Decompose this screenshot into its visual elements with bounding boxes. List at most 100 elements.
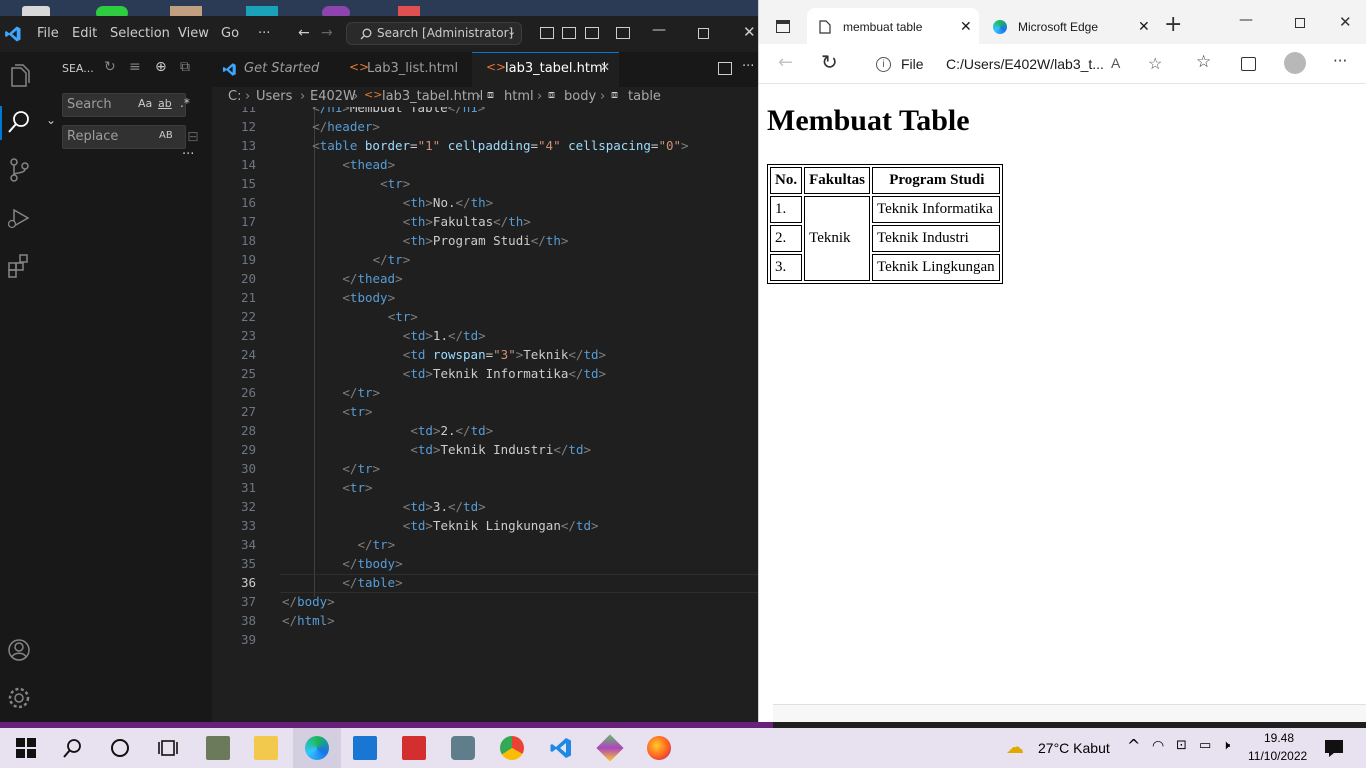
toggle-secondary-sidebar-icon[interactable] (585, 27, 599, 39)
editor-more-actions-icon[interactable]: ··· (742, 59, 754, 74)
search-view-icon[interactable] (5, 108, 33, 136)
camera-icon[interactable] (451, 736, 475, 760)
replace-all-icon[interactable]: ⊟ (187, 129, 199, 145)
minimize-icon[interactable]: — (1239, 12, 1253, 28)
code-line[interactable]: <tr> (388, 309, 418, 324)
tab-close-icon[interactable]: ✕ (1138, 18, 1150, 35)
tab-actions-icon[interactable] (776, 20, 790, 33)
code-line[interactable]: </tr> (342, 461, 380, 476)
onedrive-icon[interactable]: ⊡ (1176, 738, 1187, 753)
run-debug-icon[interactable] (5, 204, 33, 232)
code-line[interactable]: <td rowspan="3">Teknik</td> (403, 347, 606, 362)
code-line[interactable]: <tr> (380, 176, 410, 191)
menu-view[interactable]: View (178, 26, 209, 41)
tab-close-icon[interactable]: ✕ (600, 60, 610, 74)
code-line[interactable]: </html> (282, 613, 335, 628)
tab-lab3-list[interactable]: <> Lab3_list.html (335, 52, 471, 87)
code-line[interactable]: <td>Teknik Lingkungan</td> (403, 518, 599, 533)
code-line[interactable]: <td>2.</td> (410, 423, 493, 438)
code-line[interactable]: <table border="1" cellpadding="4" cellsp… (312, 138, 688, 153)
code-line[interactable]: </h1>Membuat Table</h1> (312, 107, 485, 115)
code-line[interactable]: </table> (342, 575, 402, 590)
edge-tab-membuat-table[interactable]: membuat table ✕ (807, 8, 979, 44)
regex-icon[interactable]: .* (180, 96, 190, 110)
code-line[interactable]: <td>Teknik Industri</td> (410, 442, 591, 457)
accounts-icon[interactable] (5, 636, 33, 664)
code-line[interactable]: <td>3.</td> (403, 499, 486, 514)
breadcrumb-file[interactable]: lab3_tabel.html (382, 89, 483, 104)
search-icon[interactable] (61, 736, 85, 760)
match-word-icon[interactable]: ab (158, 97, 172, 110)
chrome-icon[interactable] (500, 736, 524, 760)
windows-start-icon[interactable] (14, 736, 38, 760)
refresh-icon[interactable]: ↻ (821, 50, 838, 74)
close-icon[interactable]: ✕ (1339, 13, 1352, 31)
tab-get-started[interactable]: Get Started (212, 52, 334, 87)
code-line[interactable]: </body> (282, 594, 335, 609)
match-case-icon[interactable]: Aa (138, 97, 152, 110)
read-aloud-icon[interactable]: A (1111, 55, 1120, 71)
tab-close-icon[interactable]: ✕ (960, 18, 972, 35)
clear-results-icon[interactable]: ≡ (129, 59, 141, 75)
code-line[interactable]: <thead> (342, 157, 395, 172)
maximize-icon[interactable] (1295, 18, 1305, 28)
breadcrumb-folder[interactable]: E402W (310, 89, 356, 104)
close-icon[interactable]: ✕ (743, 23, 756, 41)
file-explorer-icon[interactable] (254, 736, 278, 760)
menu-more[interactable]: ··· (258, 26, 270, 41)
toggle-sidebar-icon[interactable] (540, 27, 554, 39)
microsoft-store-icon[interactable] (353, 736, 377, 760)
weather-text[interactable]: 27°C Kabut (1038, 740, 1110, 756)
code-line[interactable]: <tr> (342, 404, 372, 419)
breadcrumb-drive[interactable]: C: (228, 89, 241, 104)
settings-more-icon[interactable]: ··· (1333, 52, 1347, 70)
edge-tab-microsoft-edge[interactable]: Microsoft Edge ✕ (985, 8, 1157, 44)
breadcrumb-users[interactable]: Users (256, 89, 292, 104)
code-line[interactable]: <th>Fakultas</th> (403, 214, 531, 229)
forward-arrow-icon[interactable]: → (321, 25, 333, 41)
app-icon-2[interactable] (596, 734, 624, 762)
task-view-icon[interactable] (156, 736, 180, 760)
breadcrumb-body[interactable]: body (564, 89, 596, 104)
breadcrumb-html[interactable]: html (504, 89, 534, 104)
extensions-icon[interactable] (5, 252, 33, 280)
code-line[interactable]: </tbody> (342, 556, 402, 571)
code-line[interactable]: </tr> (358, 537, 396, 552)
code-editor[interactable]: 11 </h1>Membuat Table</h1> 12 </header> 13 <t… (212, 107, 758, 722)
toggle-replace-chevron-icon[interactable]: ⌄ (46, 113, 56, 127)
menu-go[interactable]: Go (221, 26, 239, 41)
add-favorite-icon[interactable]: ☆ (1148, 54, 1162, 74)
code-line[interactable]: <td>1.</td> (403, 328, 486, 343)
command-center[interactable]: Search [Administrator] ⌄ (346, 22, 522, 45)
volume-muted-icon[interactable]: 🕨 (1222, 738, 1230, 753)
code-line[interactable]: </header> (312, 119, 380, 134)
more-options-icon[interactable]: ··· (182, 147, 194, 162)
info-icon[interactable]: i (876, 57, 891, 72)
code-line[interactable]: </thead> (342, 271, 402, 286)
customize-layout-icon[interactable] (616, 27, 630, 39)
explorer-icon[interactable] (5, 62, 33, 90)
settings-gear-icon[interactable] (5, 684, 33, 712)
notification-center-icon[interactable] (1322, 736, 1346, 760)
menu-selection[interactable]: Selection (110, 26, 170, 41)
code-line[interactable]: </tr> (373, 252, 411, 267)
chevron-up-icon[interactable]: ^ (1127, 736, 1140, 755)
minimize-icon[interactable]: — (652, 22, 666, 38)
cortana-icon[interactable] (108, 736, 132, 760)
menu-file[interactable]: File (37, 26, 59, 41)
new-search-editor-icon[interactable]: ⊕ (155, 59, 167, 75)
collapse-all-icon[interactable]: ⧉ (180, 59, 190, 75)
clock-date[interactable]: 11/10/2022 (1248, 749, 1307, 763)
favorites-icon[interactable]: ☆ (1196, 52, 1211, 72)
profile-avatar[interactable] (1284, 52, 1306, 74)
back-arrow-icon[interactable]: ← (298, 25, 310, 41)
address-bar[interactable]: i File C:/Users/E402W/lab3_t... A ☆ (860, 49, 1194, 79)
vscode-taskbar-icon[interactable] (549, 736, 573, 760)
code-line[interactable]: <th>No.</th> (403, 195, 493, 210)
collections-icon[interactable] (1241, 57, 1256, 71)
horizontal-scrollbar[interactable] (773, 704, 1366, 722)
refresh-icon[interactable]: ↻ (104, 59, 116, 75)
code-line[interactable]: <tbody> (342, 290, 395, 305)
new-tab-icon[interactable]: + (1164, 12, 1182, 37)
back-arrow-icon[interactable]: ← (778, 52, 793, 73)
